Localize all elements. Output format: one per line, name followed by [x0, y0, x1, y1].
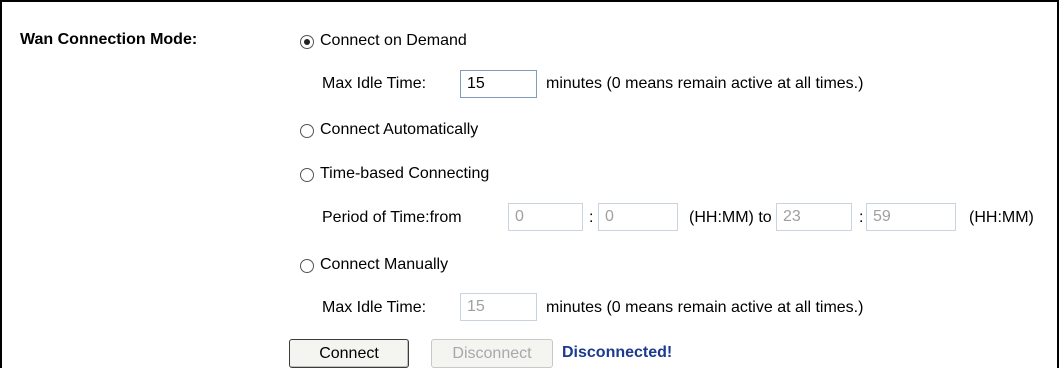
hhmm-end-label: (HH:MM) [969, 209, 1034, 226]
disconnect-button[interactable]: Disconnect [431, 339, 553, 368]
radio-connect-on-demand[interactable] [300, 35, 314, 49]
demand-max-idle-label: Max Idle Time: [322, 75, 427, 92]
from-colon: : [589, 209, 594, 226]
radio-connect-manually[interactable] [300, 259, 314, 273]
from-minute-input[interactable] [598, 203, 678, 231]
to-minute-input[interactable] [866, 203, 956, 231]
to-hour-input[interactable] [776, 203, 852, 231]
connect-on-demand-label: Connect on Demand [320, 32, 467, 49]
demand-idle-note: minutes (0 means remain active at all ti… [546, 75, 864, 92]
from-hour-input[interactable] [508, 203, 583, 231]
hhmm-to-label: (HH:MM) to [689, 209, 772, 226]
to-colon: : [859, 209, 864, 226]
connection-status-text: Disconnected! [562, 344, 673, 361]
connect-automatically-label: Connect Automatically [320, 121, 479, 138]
period-of-time-label: Period of Time:from [322, 209, 462, 226]
wan-connection-mode-label: Wan Connection Mode: [20, 31, 198, 48]
manual-max-idle-label: Max Idle Time: [322, 299, 427, 316]
radio-connect-automatically[interactable] [300, 124, 314, 138]
manual-idle-note: minutes (0 means remain active at all ti… [546, 299, 864, 316]
demand-max-idle-input[interactable] [460, 70, 537, 98]
connect-button[interactable]: Connect [289, 339, 409, 368]
connect-manually-label: Connect Manually [320, 256, 449, 273]
manual-max-idle-input[interactable] [460, 293, 537, 321]
time-based-connecting-label: Time-based Connecting [320, 165, 490, 182]
radio-time-based-connecting[interactable] [300, 168, 314, 182]
